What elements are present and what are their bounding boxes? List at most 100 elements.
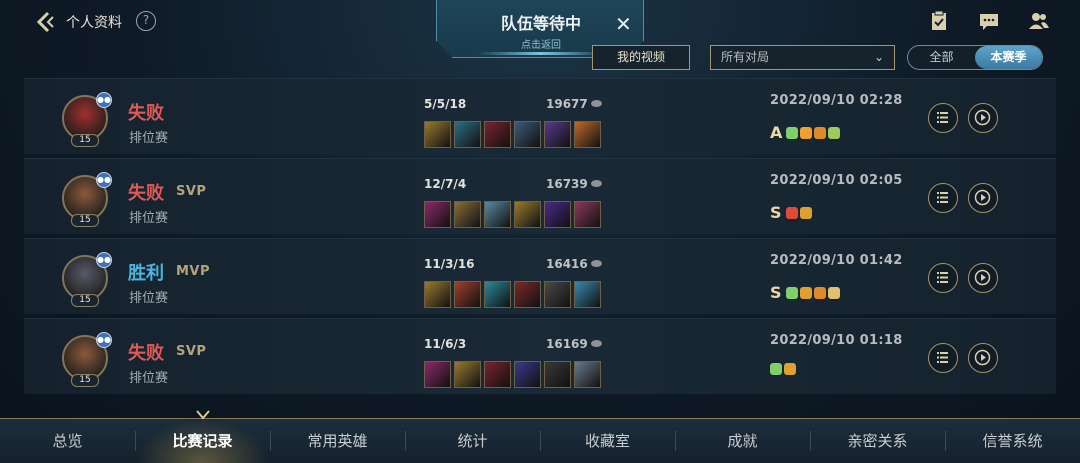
nav-tab[interactable]: 收藏室 bbox=[540, 419, 675, 463]
item-slot-icon[interactable] bbox=[454, 121, 481, 148]
grade-rating: S bbox=[770, 283, 782, 302]
match-filter-select[interactable]: 所有对局 ⌄ bbox=[710, 45, 895, 70]
match-row[interactable]: ●● 15 失败 排位赛 5/5/18 19677 2022/09/10 02:28 A bbox=[24, 78, 1056, 154]
item-build bbox=[424, 201, 601, 228]
item-slot-icon[interactable] bbox=[484, 361, 511, 388]
play-icon bbox=[974, 269, 991, 286]
list-icon bbox=[937, 112, 948, 123]
replay-button[interactable] bbox=[968, 183, 998, 213]
match-datetime: 2022/09/10 01:42 bbox=[770, 253, 903, 268]
nav-tab[interactable]: 常用英雄 bbox=[270, 419, 405, 463]
item-slot-icon[interactable] bbox=[544, 121, 571, 148]
match-mode: 排位赛 bbox=[129, 131, 169, 146]
item-build bbox=[424, 281, 601, 308]
replay-button[interactable] bbox=[968, 263, 998, 293]
match-mode: 排位赛 bbox=[129, 371, 169, 386]
top-right-icons bbox=[928, 10, 1050, 32]
active-tab-marker-icon bbox=[196, 410, 210, 420]
gold-amount: 16416 bbox=[546, 257, 602, 271]
match-detail-button[interactable] bbox=[928, 263, 958, 293]
match-datetime: 2022/09/10 01:18 bbox=[770, 333, 903, 348]
item-slot-icon[interactable] bbox=[424, 201, 451, 228]
match-row[interactable]: ●● 15 失败 SVP 排位赛 12/7/4 16739 2022/09/10 02:05 S bbox=[24, 158, 1056, 234]
match-detail-button[interactable] bbox=[928, 103, 958, 133]
kda-score: 12/7/4 bbox=[424, 177, 467, 191]
hero-level: 15 bbox=[71, 374, 99, 387]
item-slot-icon[interactable] bbox=[514, 121, 541, 148]
friends-icon[interactable] bbox=[1028, 10, 1050, 32]
checklist-icon[interactable] bbox=[928, 10, 950, 32]
item-slot-icon[interactable] bbox=[544, 361, 571, 388]
honor-icon bbox=[786, 126, 799, 139]
bottom-nav: 总览 比赛记录 常用英雄 统计 收藏室 成就 亲密关系 信誉系统 bbox=[0, 418, 1080, 463]
item-slot-icon[interactable] bbox=[544, 281, 571, 308]
gold-amount: 16739 bbox=[546, 177, 602, 191]
match-result: 失败 bbox=[128, 183, 164, 204]
list-icon bbox=[937, 192, 948, 203]
match-datetime: 2022/09/10 02:28 bbox=[770, 93, 903, 108]
nav-tab[interactable]: 信誉系统 bbox=[945, 419, 1080, 463]
party-icon: ●● bbox=[96, 252, 112, 268]
hero-level: 15 bbox=[71, 294, 99, 307]
grade-rating: S bbox=[770, 203, 782, 222]
honor-icon bbox=[800, 126, 813, 139]
grade-rating: A bbox=[770, 123, 783, 142]
match-detail-button[interactable] bbox=[928, 183, 958, 213]
gold-icon bbox=[590, 340, 602, 347]
replay-button[interactable] bbox=[968, 103, 998, 133]
item-slot-icon[interactable] bbox=[514, 201, 541, 228]
my-videos-button[interactable]: 我的视频 bbox=[592, 45, 690, 70]
party-icon: ●● bbox=[96, 92, 112, 108]
item-slot-icon[interactable] bbox=[484, 121, 511, 148]
back-chevron-icon[interactable] bbox=[34, 10, 58, 34]
nav-tab[interactable]: 成就 bbox=[675, 419, 810, 463]
item-slot-icon[interactable] bbox=[574, 281, 601, 308]
match-row[interactable]: ●● 15 失败 SVP 排位赛 11/6/3 16169 2022/09/10 01:18 bbox=[24, 318, 1056, 394]
item-slot-icon[interactable] bbox=[574, 121, 601, 148]
item-slot-icon[interactable] bbox=[454, 361, 481, 388]
item-slot-icon[interactable] bbox=[574, 361, 601, 388]
match-result: 失败 bbox=[128, 343, 164, 364]
nav-tab[interactable]: 亲密关系 bbox=[810, 419, 945, 463]
nav-tab[interactable]: 总览 bbox=[0, 419, 135, 463]
toggle-all[interactable]: 全部 bbox=[908, 46, 975, 69]
nav-tab[interactable]: 统计 bbox=[405, 419, 540, 463]
match-detail-button[interactable] bbox=[928, 343, 958, 373]
match-row[interactable]: ●● 15 胜利 MVP 排位赛 11/3/16 16416 2022/09/10 01:42… bbox=[24, 238, 1056, 314]
honor-icons: S bbox=[770, 203, 812, 222]
item-slot-icon[interactable] bbox=[514, 361, 541, 388]
honor-icon bbox=[785, 286, 798, 299]
chat-icon[interactable] bbox=[978, 10, 1000, 32]
hero-avatar[interactable]: ●● 15 bbox=[62, 172, 112, 227]
hero-avatar[interactable]: ●● 15 bbox=[62, 332, 112, 387]
list-icon bbox=[937, 272, 948, 283]
performance-badge: SVP bbox=[176, 184, 207, 199]
item-slot-icon[interactable] bbox=[424, 361, 451, 388]
hero-avatar[interactable]: ●● 15 bbox=[62, 92, 112, 147]
nav-tab[interactable]: 比赛记录 bbox=[135, 419, 270, 463]
queue-close-icon[interactable]: ✕ bbox=[615, 14, 632, 34]
item-slot-icon[interactable] bbox=[424, 281, 451, 308]
honor-icon bbox=[799, 286, 812, 299]
item-slot-icon[interactable] bbox=[484, 281, 511, 308]
item-slot-icon[interactable] bbox=[484, 201, 511, 228]
hero-avatar[interactable]: ●● 15 bbox=[62, 252, 112, 307]
toggle-this-season[interactable]: 本赛季 bbox=[975, 46, 1042, 69]
performance-badge: SVP bbox=[176, 344, 207, 359]
item-slot-icon[interactable] bbox=[424, 121, 451, 148]
gold-value: 16739 bbox=[546, 177, 588, 191]
party-icon: ●● bbox=[96, 332, 112, 348]
item-slot-icon[interactable] bbox=[514, 281, 541, 308]
item-slot-icon[interactable] bbox=[544, 201, 571, 228]
help-icon[interactable]: ? bbox=[136, 11, 156, 31]
chevron-down-icon: ⌄ bbox=[873, 50, 884, 64]
item-slot-icon[interactable] bbox=[454, 201, 481, 228]
honor-icon bbox=[813, 286, 826, 299]
replay-button[interactable] bbox=[968, 343, 998, 373]
item-slot-icon[interactable] bbox=[454, 281, 481, 308]
item-slot-icon[interactable] bbox=[574, 201, 601, 228]
gold-icon bbox=[590, 180, 602, 187]
season-toggle[interactable]: 全部 本赛季 bbox=[907, 45, 1043, 70]
kda-score: 11/3/16 bbox=[424, 257, 475, 271]
match-list: ●● 15 失败 排位赛 5/5/18 19677 2022/09/10 02:28 A ●● 1… bbox=[24, 78, 1056, 398]
